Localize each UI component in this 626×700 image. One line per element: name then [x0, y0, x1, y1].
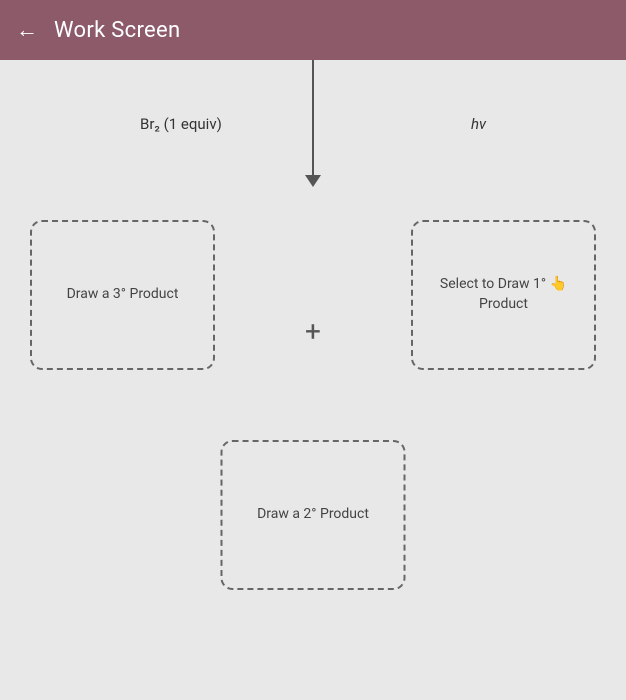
- draw-2-product-label: Draw a 2° Product: [249, 497, 377, 533]
- main-content: Br₂ (1 equiv) hv Draw a 3° Product + Sel…: [0, 60, 626, 700]
- draw-3-product-label: Draw a 3° Product: [59, 277, 187, 313]
- draw-1-product-label: Select to Draw 1° 👆 Product: [432, 267, 575, 322]
- cursor-icon: 👆: [550, 276, 567, 292]
- vertical-line: [312, 60, 314, 180]
- plus-text: +: [305, 315, 321, 348]
- back-button[interactable]: ←: [16, 17, 38, 43]
- hv-label: hv: [471, 115, 486, 133]
- plus-sign: +: [305, 315, 321, 348]
- hv-text: hv: [471, 115, 486, 133]
- draw-1-product-box[interactable]: Select to Draw 1° 👆 Product: [411, 220, 596, 370]
- br2-text: Br₂ (1 equiv): [140, 115, 222, 133]
- arrow-down-icon: [305, 175, 321, 187]
- draw-3-product-box[interactable]: Draw a 3° Product: [30, 220, 215, 370]
- page-title: Work Screen: [54, 18, 180, 43]
- draw-2-product-box[interactable]: Draw a 2° Product: [221, 440, 406, 590]
- br2-label: Br₂ (1 equiv): [140, 115, 222, 133]
- app-header: ← Work Screen: [0, 0, 626, 60]
